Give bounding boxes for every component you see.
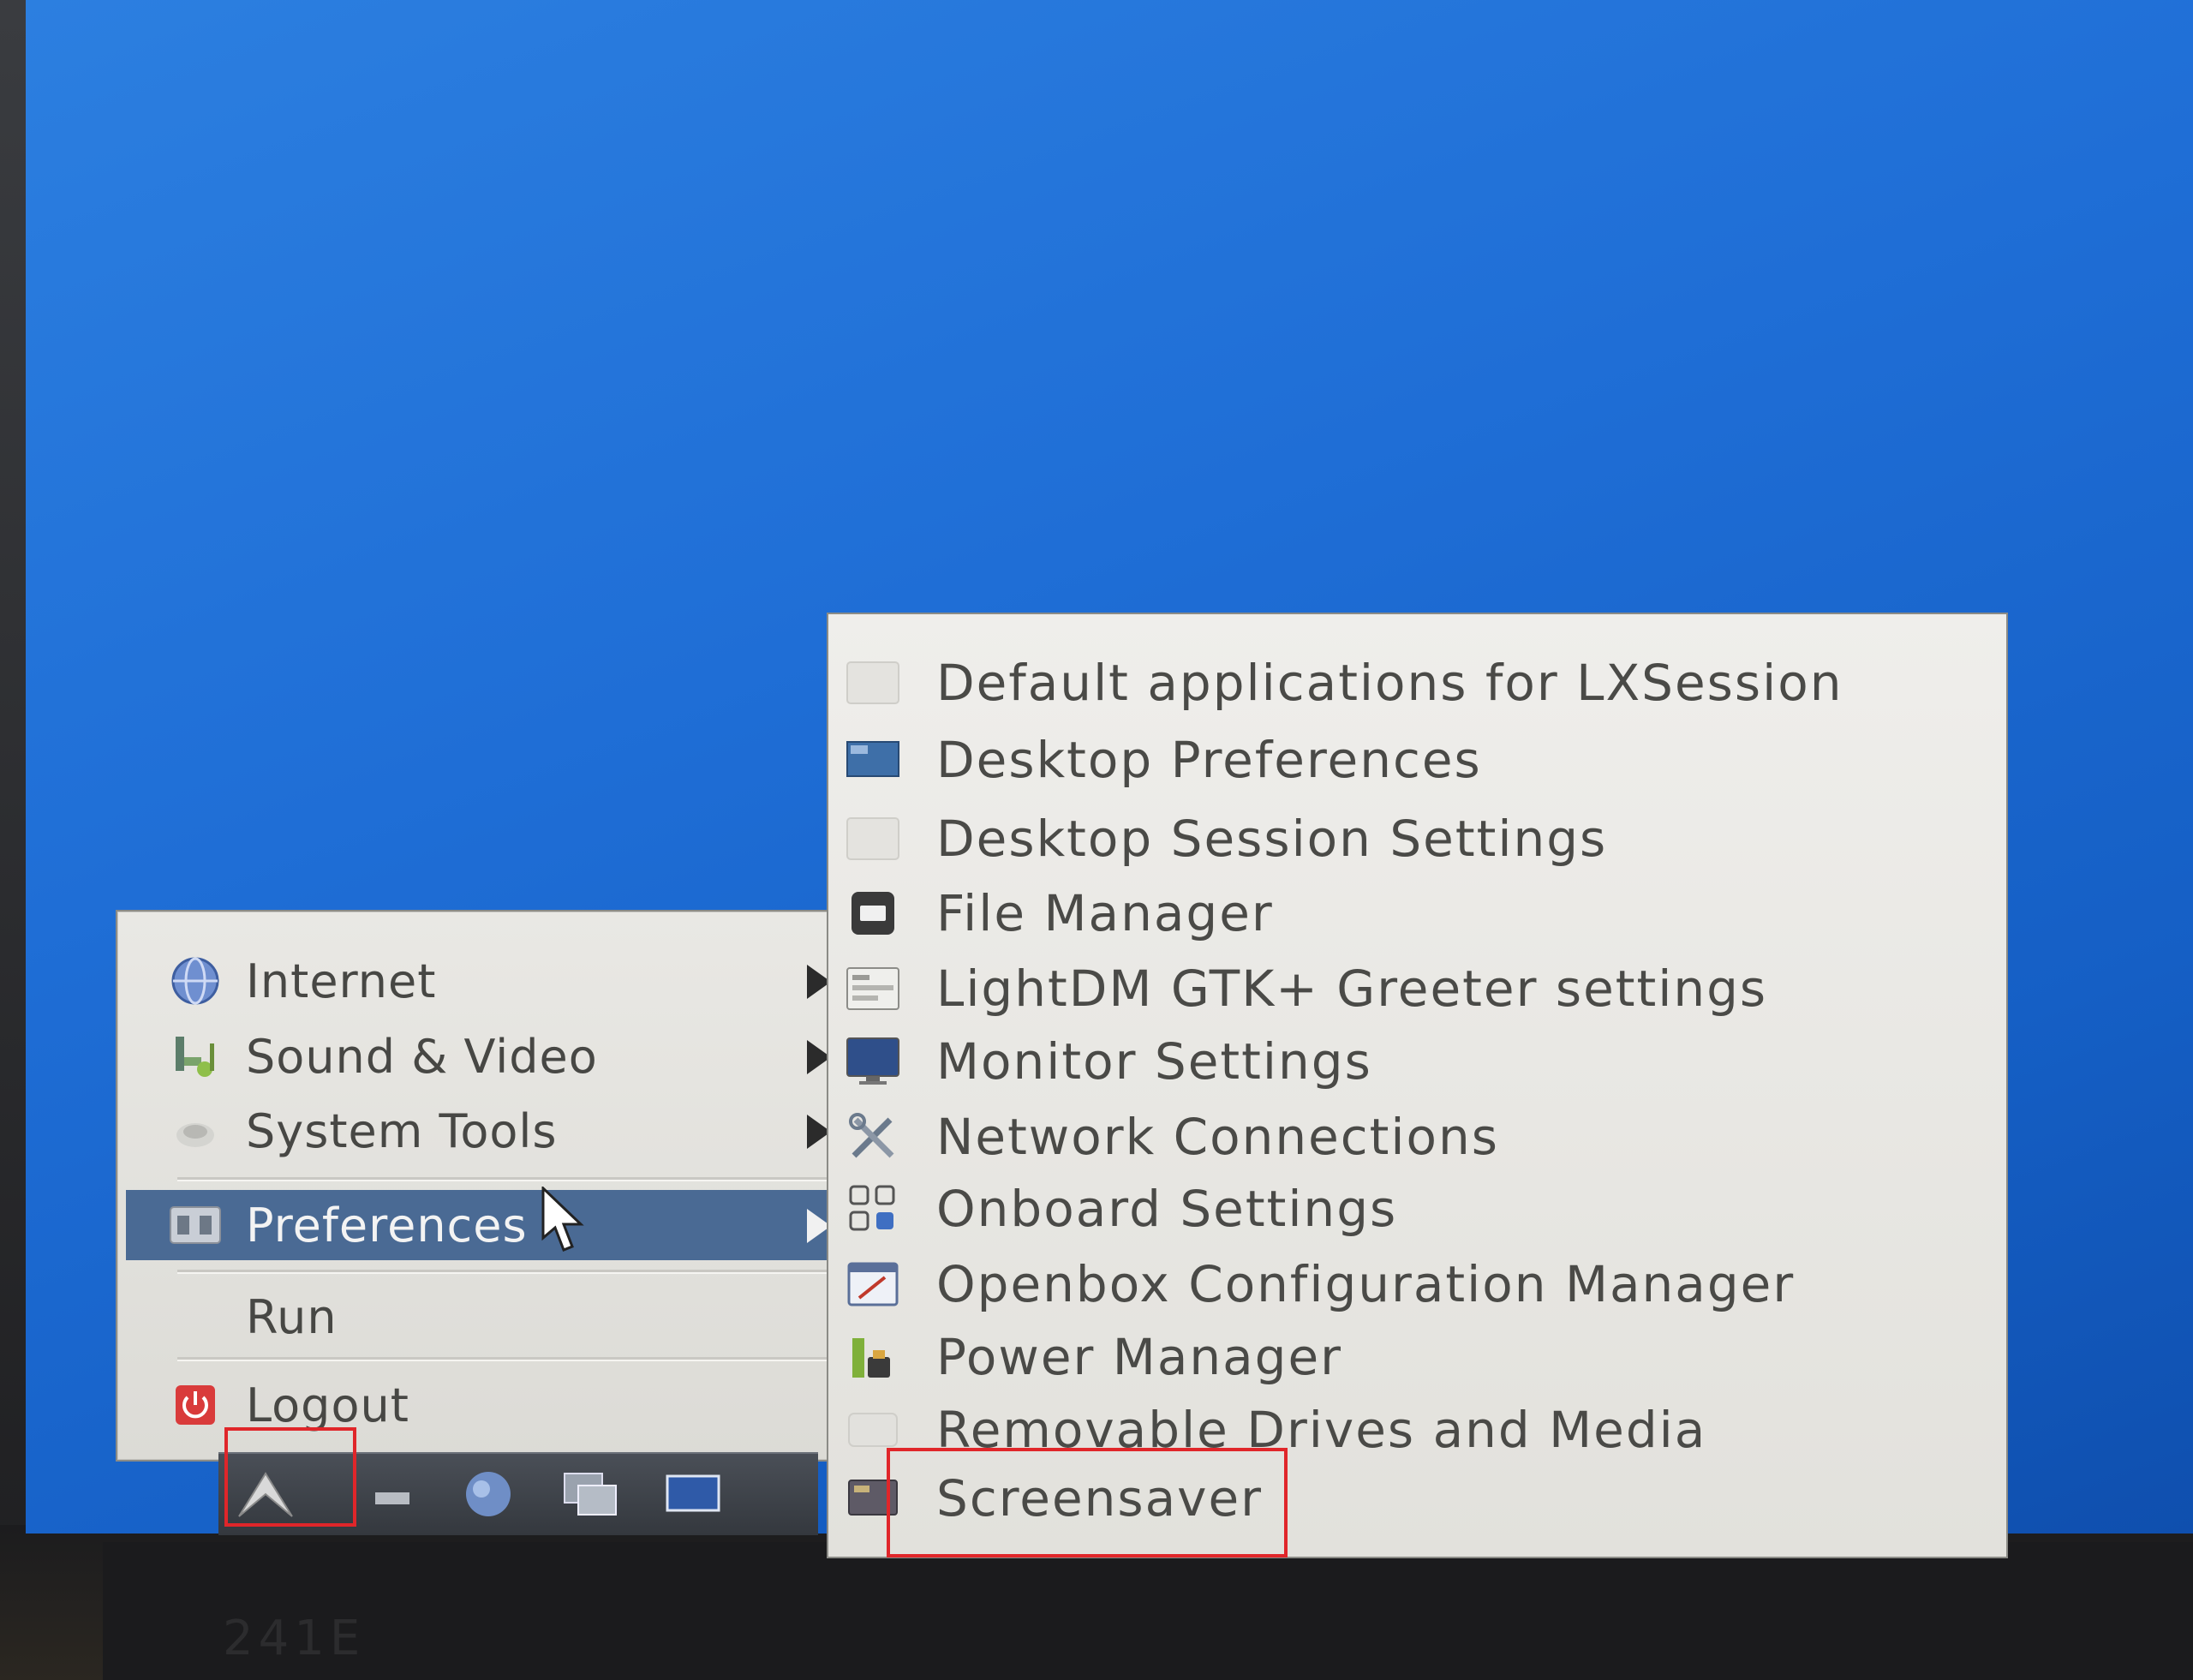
keyboard-icon — [846, 1181, 900, 1236]
menu-separator — [177, 1177, 837, 1181]
submenu-item-network-connections[interactable]: Network Connections — [846, 1101, 1993, 1173]
annotation-box-start-menu — [224, 1427, 356, 1527]
lxsession-icon — [846, 655, 900, 710]
annotation-box-screensaver — [887, 1448, 1288, 1557]
monitor-brand: 241E — [223, 1611, 366, 1666]
menu-separator — [177, 1270, 837, 1274]
menu-separator — [177, 1357, 837, 1361]
submenu-item-desktop-session-settings[interactable]: Desktop Session Settings — [846, 803, 1993, 875]
power-icon — [169, 1378, 222, 1432]
menu-item-label: Sound & Video — [246, 1029, 598, 1084]
submenu-item-label: Power Manager — [936, 1328, 1343, 1386]
menu-item-label: Preferences — [246, 1198, 528, 1253]
battery-icon — [846, 1330, 900, 1384]
submenu-item-label: Onboard Settings — [936, 1180, 1398, 1238]
gear-icon — [169, 1104, 222, 1157]
terminal-icon[interactable] — [664, 1467, 724, 1522]
openbox-icon — [846, 1257, 900, 1312]
session-icon — [846, 811, 900, 866]
globe-icon — [169, 954, 222, 1007]
menu-item-internet[interactable]: Internet — [126, 946, 850, 1016]
music-icon — [169, 1030, 222, 1083]
menu-item-label: Internet — [246, 954, 437, 1008]
monitor-icon — [846, 1034, 900, 1089]
submenu-item-file-manager[interactable]: File Manager — [846, 877, 1993, 949]
submenu-item-lightdm-greeter[interactable]: LightDM GTK+ Greeter settings — [846, 953, 1993, 1025]
menu-item-run[interactable]: Run — [126, 1282, 850, 1352]
desktop-icon — [846, 732, 900, 787]
submenu-item-label: Default applications for LXSession — [936, 654, 1843, 712]
file-manager-icon — [846, 886, 900, 941]
menu-item-sound-video[interactable]: Sound & Video — [126, 1021, 850, 1091]
submenu-item-desktop-preferences[interactable]: Desktop Preferences — [846, 724, 1993, 796]
submenu-item-default-applications[interactable]: Default applications for LXSession — [846, 647, 1993, 719]
submenu-item-onboard-settings[interactable]: Onboard Settings — [846, 1173, 1993, 1245]
submenu-item-openbox-config[interactable]: Openbox Configuration Manager — [846, 1248, 1993, 1320]
submenu-item-label: File Manager — [936, 884, 1274, 942]
submenu-item-monitor-settings[interactable]: Monitor Settings — [846, 1025, 1993, 1097]
submenu-item-label: Desktop Session Settings — [936, 810, 1608, 868]
submenu-item-label: Monitor Settings — [936, 1032, 1372, 1091]
preferences-submenu: Default applications for LXSession Deskt… — [827, 613, 2008, 1558]
window-switcher-icon[interactable] — [561, 1467, 621, 1522]
menu-item-preferences[interactable]: Preferences — [126, 1190, 850, 1260]
menu-item-label: Logout — [246, 1378, 409, 1432]
show-desktop-icon[interactable] — [364, 1467, 424, 1522]
submenu-item-label: Openbox Configuration Manager — [936, 1255, 1796, 1313]
application-menu: Internet Sound & Video System Tools Pref… — [116, 910, 856, 1462]
submenu-item-label: LightDM GTK+ Greeter settings — [936, 960, 1768, 1018]
network-tools-icon — [846, 1109, 900, 1164]
monitor-bezel-bottom — [103, 1542, 2193, 1680]
web-browser-icon[interactable] — [458, 1467, 518, 1522]
submenu-item-power-manager[interactable]: Power Manager — [846, 1321, 1993, 1393]
menu-item-system-tools[interactable]: System Tools — [126, 1096, 850, 1166]
greeter-icon — [846, 961, 900, 1016]
run-icon — [169, 1290, 222, 1343]
menu-item-label: System Tools — [246, 1103, 558, 1158]
preferences-icon — [169, 1199, 222, 1252]
submenu-item-label: Desktop Preferences — [936, 731, 1482, 789]
menu-item-label: Run — [246, 1289, 338, 1344]
submenu-item-label: Network Connections — [936, 1108, 1499, 1166]
